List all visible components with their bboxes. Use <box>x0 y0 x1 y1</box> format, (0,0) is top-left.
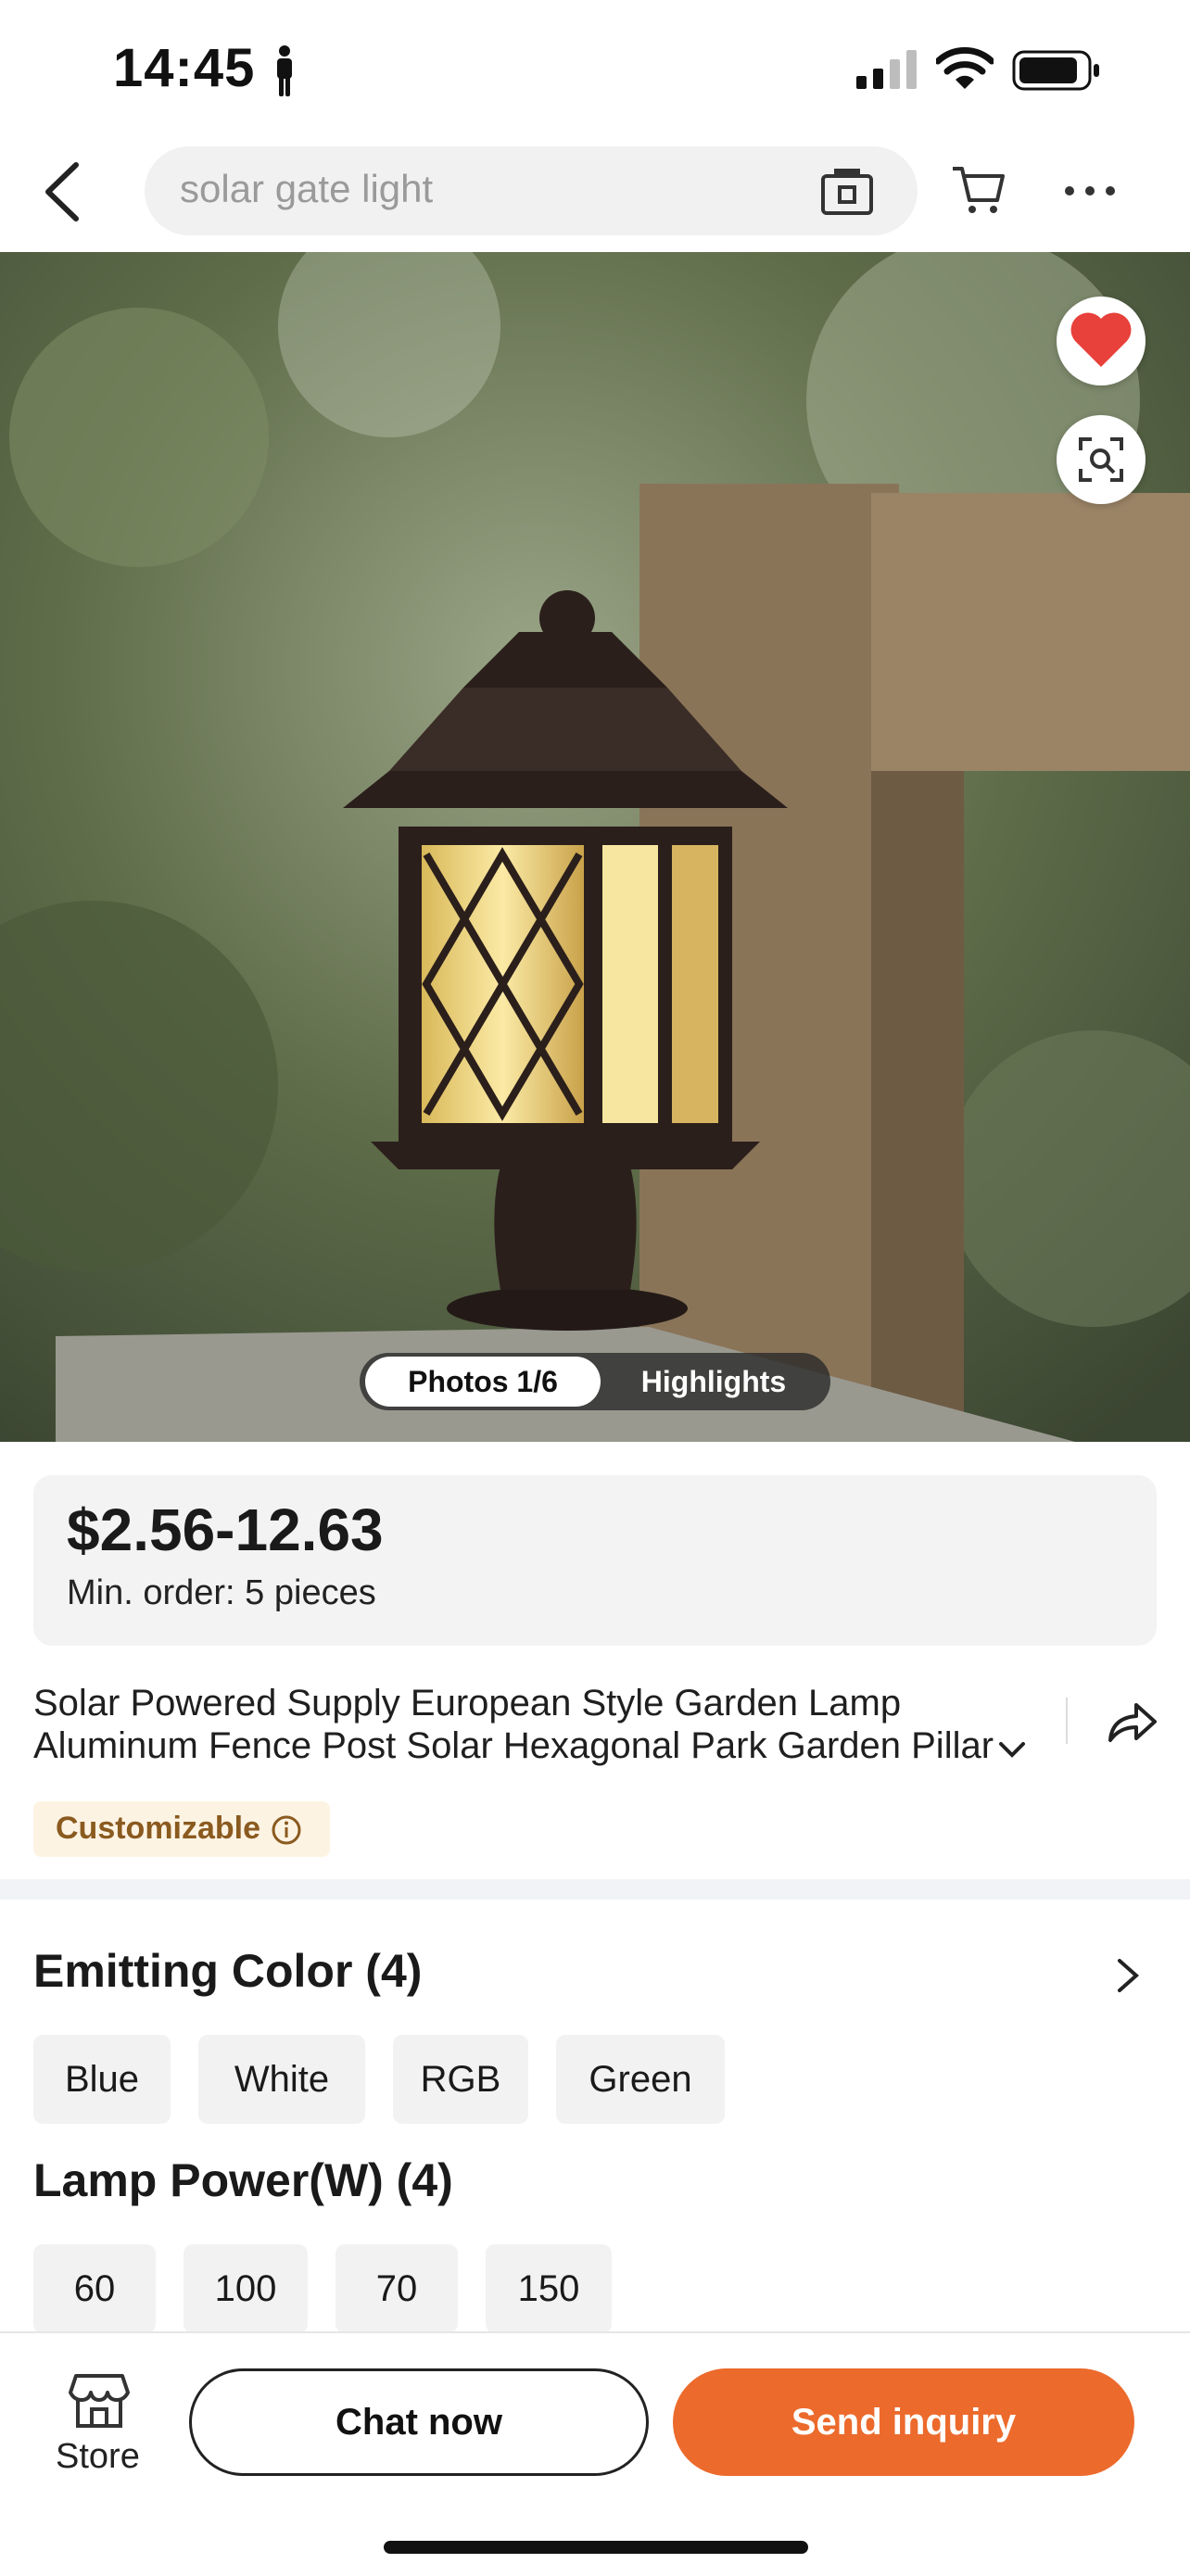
battery-icon <box>1012 50 1099 91</box>
min-order: Min. order: 5 pieces <box>67 1573 376 1612</box>
color-option-white[interactable]: White <box>198 2035 365 2124</box>
tab-highlights[interactable]: Highlights <box>612 1357 816 1407</box>
scan-icon <box>1079 437 1123 482</box>
product-image[interactable] <box>0 252 1190 1442</box>
color-option-green[interactable]: Green <box>556 2035 725 2124</box>
section-separator <box>0 1879 1190 1900</box>
lamp-power-title: Lamp Power(W) (4) <box>33 2154 453 2206</box>
price-range: $2.56-12.63 <box>67 1496 384 1563</box>
store-label[interactable]: Store <box>56 2437 140 2477</box>
back-button[interactable] <box>33 156 91 228</box>
product-title-line1[interactable]: Solar Powered Supply European Style Gard… <box>33 1683 1016 1724</box>
customizable-label: Customizable <box>56 1811 261 1846</box>
chat-now-button[interactable]: Chat now <box>189 2368 649 2476</box>
info-icon[interactable] <box>271 1814 302 1846</box>
status-time: 14:45 <box>113 38 256 98</box>
divider <box>1066 1698 1068 1744</box>
search-query-text[interactable]: solar gate light <box>180 167 433 211</box>
power-option-70[interactable]: 70 <box>335 2244 458 2333</box>
power-option-60[interactable]: 60 <box>33 2244 156 2333</box>
garden-lamp-photo <box>0 252 1190 1442</box>
store-icon[interactable] <box>69 2372 130 2430</box>
color-option-blue[interactable]: Blue <box>33 2035 171 2124</box>
color-option-rgb[interactable]: RGB <box>393 2035 528 2124</box>
chevron-down-icon[interactable] <box>995 1733 1029 1766</box>
power-option-150[interactable]: 150 <box>486 2244 612 2333</box>
person-activity-icon <box>277 45 292 96</box>
wifi-icon <box>936 46 994 89</box>
send-inquiry-button[interactable]: Send inquiry <box>673 2368 1134 2476</box>
heart-icon <box>1070 312 1132 367</box>
power-option-100[interactable]: 100 <box>184 2244 308 2333</box>
home-indicator <box>384 2541 808 2554</box>
tab-photos[interactable]: Photos 1/6 <box>365 1357 601 1407</box>
cellular-signal-icon <box>856 50 917 89</box>
camera-search-icon[interactable] <box>819 163 875 219</box>
share-icon[interactable] <box>1103 1696 1158 1748</box>
cart-icon[interactable] <box>949 159 1006 217</box>
favorite-button[interactable] <box>1057 297 1146 385</box>
more-options-icon[interactable] <box>1064 182 1116 200</box>
emitting-color-title: Emitting Color (4) <box>33 1945 423 1997</box>
product-title-line2[interactable]: Aluminum Fence Post Solar Hexagonal Park… <box>33 1725 1016 1767</box>
chevron-right-icon[interactable] <box>1114 1955 1142 1996</box>
image-search-button[interactable] <box>1057 415 1146 504</box>
